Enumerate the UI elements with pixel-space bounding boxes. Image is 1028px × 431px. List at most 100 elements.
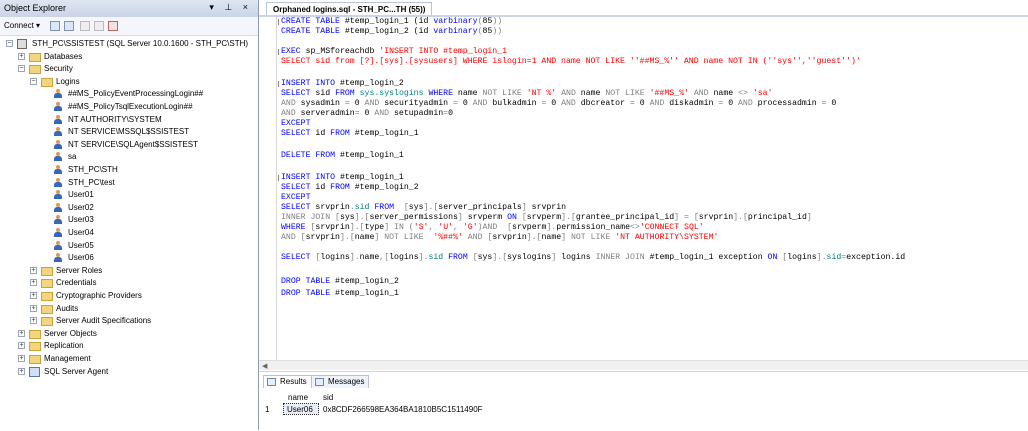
tree-node[interactable]: STH_PC\STH	[0, 164, 258, 176]
connect-db-icon[interactable]	[50, 21, 60, 31]
code-token: ,	[428, 223, 439, 232]
code-line[interactable]: AND sysadmin = 0 AND securityadmin = 0 A…	[281, 99, 836, 109]
code-line[interactable]: DROP TABLE #temp_login_2	[281, 277, 399, 287]
expand-icon[interactable]: +	[30, 317, 37, 325]
tree-node[interactable]: + Server Roles	[0, 265, 258, 277]
code-line[interactable]: AND [srvprin].[name] NOT LIKE '%##%' AND…	[281, 233, 718, 243]
tree-node[interactable]: User02	[0, 202, 258, 214]
code-line[interactable]: CREATE TABLE #temp_login_1 (id varbinary…	[281, 17, 502, 27]
tree-node[interactable]: User03	[0, 214, 258, 226]
code-line[interactable]: INNER JOIN [sys].[server_permissions] sr…	[281, 213, 812, 223]
filter-icon[interactable]	[94, 21, 104, 31]
tree-node[interactable]: + Cryptographic Providers	[0, 290, 258, 302]
expand-icon[interactable]: +	[18, 342, 25, 350]
tree-node[interactable]: User04	[0, 227, 258, 239]
tree-node[interactable]: + SQL Server Agent	[0, 366, 258, 378]
refresh-icon[interactable]	[108, 21, 118, 31]
code-token: srvperm	[467, 213, 508, 222]
code-line[interactable]: DELETE FROM #temp_login_1	[281, 151, 404, 161]
tree-node[interactable]: sa	[0, 151, 258, 163]
code-token: dbcreator	[580, 99, 630, 108]
code-line[interactable]: SELECT sid from [?].[sys].[sysusers] WHE…	[281, 57, 861, 67]
code-line[interactable]: WHERE [srvprin].[type] IN ('S', 'U', 'G'…	[281, 223, 704, 233]
tree-node[interactable]: NT SERVICE\MSSQL$SSISTEST	[0, 126, 258, 138]
code-line[interactable]: SELECT id FROM #temp_login_1	[281, 129, 419, 139]
code-line[interactable]: INSERT INTO #temp_login_2	[281, 79, 404, 89]
expand-icon[interactable]: +	[30, 304, 37, 312]
row-number: 1	[265, 405, 270, 414]
code-token: AND	[482, 223, 508, 232]
code-line[interactable]: SELECT sid FROM sys.syslogins WHERE name…	[281, 89, 772, 99]
tree-node[interactable]: + Server Objects	[0, 328, 258, 340]
column-header-name[interactable]: name	[288, 393, 308, 402]
cell-sid[interactable]: 0x8CDF266598EA364BA1810B5C1511490F	[323, 405, 483, 414]
cell-name[interactable]: User06	[287, 405, 313, 414]
tree-node-label: Server Objects	[44, 328, 97, 338]
tree-node[interactable]: + Credentials	[0, 277, 258, 289]
column-header-sid[interactable]: sid	[323, 393, 333, 402]
code-line[interactable]: DROP TABLE #temp_login_1	[281, 289, 399, 299]
code-line[interactable]: EXEC sp_MSforeachdb 'INSERT INTO #temp_l…	[281, 47, 507, 57]
code-token: 0	[728, 99, 739, 108]
code-line[interactable]: EXCEPT	[281, 119, 310, 129]
expand-icon[interactable]: +	[30, 266, 37, 274]
tree-node[interactable]: User01	[0, 189, 258, 201]
editor-horizontal-scrollbar[interactable]: ◀	[259, 360, 1028, 370]
code-line[interactable]: SELECT id FROM #temp_login_2	[281, 183, 419, 193]
collapse-icon[interactable]: −	[6, 40, 13, 47]
tree-node[interactable]: − Logins	[0, 76, 258, 88]
tree-node[interactable]: + Databases	[0, 51, 258, 63]
tree-node[interactable]: + Management	[0, 353, 258, 365]
code-token: ].	[561, 213, 571, 222]
expand-icon[interactable]: +	[18, 52, 25, 60]
sql-editor[interactable]: CREATE TABLE #temp_login_1 (id varbinary…	[259, 17, 1028, 369]
tree-node[interactable]: STH_PC\test	[0, 177, 258, 189]
code-token: 'CONNECT SQL'	[639, 223, 704, 232]
tab-orphaned-logins-sql[interactable]: Orphaned logins.sql - STH_PC...TH (55))	[266, 2, 433, 16]
expand-icon[interactable]: +	[30, 279, 37, 287]
code-line[interactable]: SELECT [logins].name,[logins].sid FROM […	[281, 253, 905, 263]
disconnect-icon[interactable]	[64, 21, 74, 31]
code-line[interactable]: AND serveradmin= 0 AND setupadmin=0	[281, 109, 453, 119]
tree-node[interactable]: + Replication	[0, 340, 258, 352]
tree-node-label: Audits	[56, 303, 79, 313]
code-token: =	[344, 99, 355, 108]
tree-node[interactable]: + Server Audit Specifications	[0, 315, 258, 327]
code-token: EXEC	[281, 47, 306, 56]
login-icon	[53, 102, 63, 112]
tree-node[interactable]: User06	[0, 252, 258, 264]
tree-node[interactable]: − Security	[0, 63, 258, 75]
tree-node[interactable]: + Audits	[0, 303, 258, 315]
code-token: #temp_login_1 exception	[649, 253, 768, 262]
code-line[interactable]: SELECT srvprin.sid FROM [sys].[server_pr…	[281, 203, 566, 213]
code-line[interactable]: INSERT INTO #temp_login_1	[281, 173, 404, 183]
tab-results[interactable]: Results	[263, 375, 312, 388]
tab-messages[interactable]: Messages	[311, 375, 370, 388]
tree-node-label: Credentials	[56, 278, 97, 288]
expand-icon[interactable]: +	[18, 329, 25, 337]
expand-icon[interactable]: +	[18, 367, 25, 375]
expand-icon[interactable]: +	[18, 355, 25, 362]
tree-node[interactable]: User05	[0, 240, 258, 252]
code-line[interactable]: EXCEPT	[281, 193, 310, 203]
code-token: name	[580, 89, 606, 98]
stop-icon[interactable]	[80, 21, 90, 31]
code-token: srvprin	[315, 203, 350, 212]
connect-button[interactable]: Connect ▾	[4, 21, 40, 30]
tree-node-label: Cryptographic Providers	[56, 291, 142, 300]
expand-icon[interactable]: +	[30, 292, 37, 299]
tree-node[interactable]: NT SERVICE\SQLAgent$SSISTEST	[0, 139, 258, 151]
tree-node[interactable]: ##MS_PolicyEventProcessingLogin##	[0, 88, 258, 100]
code-token: INNER JOIN	[595, 253, 650, 262]
tree-node[interactable]: − STH_PC\SSISTEST (SQL Server 10.0.1600 -…	[0, 38, 258, 50]
tree-node[interactable]: NT AUTHORITY\SYSTEM	[0, 114, 258, 126]
collapse-icon[interactable]: −	[30, 77, 37, 85]
scroll-left-icon[interactable]: ◀	[262, 362, 267, 370]
login-icon	[53, 139, 63, 150]
code-token: 'NT AUTHORITY\SYSTEM'	[615, 233, 719, 242]
panel-window-buttons[interactable]: ▾ ⊥ ×	[209, 2, 252, 13]
code-line[interactable]: CREATE TABLE #temp_login_2 (id varbinary…	[281, 27, 502, 37]
tree-node[interactable]: ##MS_PolicyTsqlExecutionLogin##	[0, 101, 258, 113]
tree-node-label: Databases	[44, 51, 83, 61]
collapse-icon[interactable]: −	[18, 65, 25, 73]
